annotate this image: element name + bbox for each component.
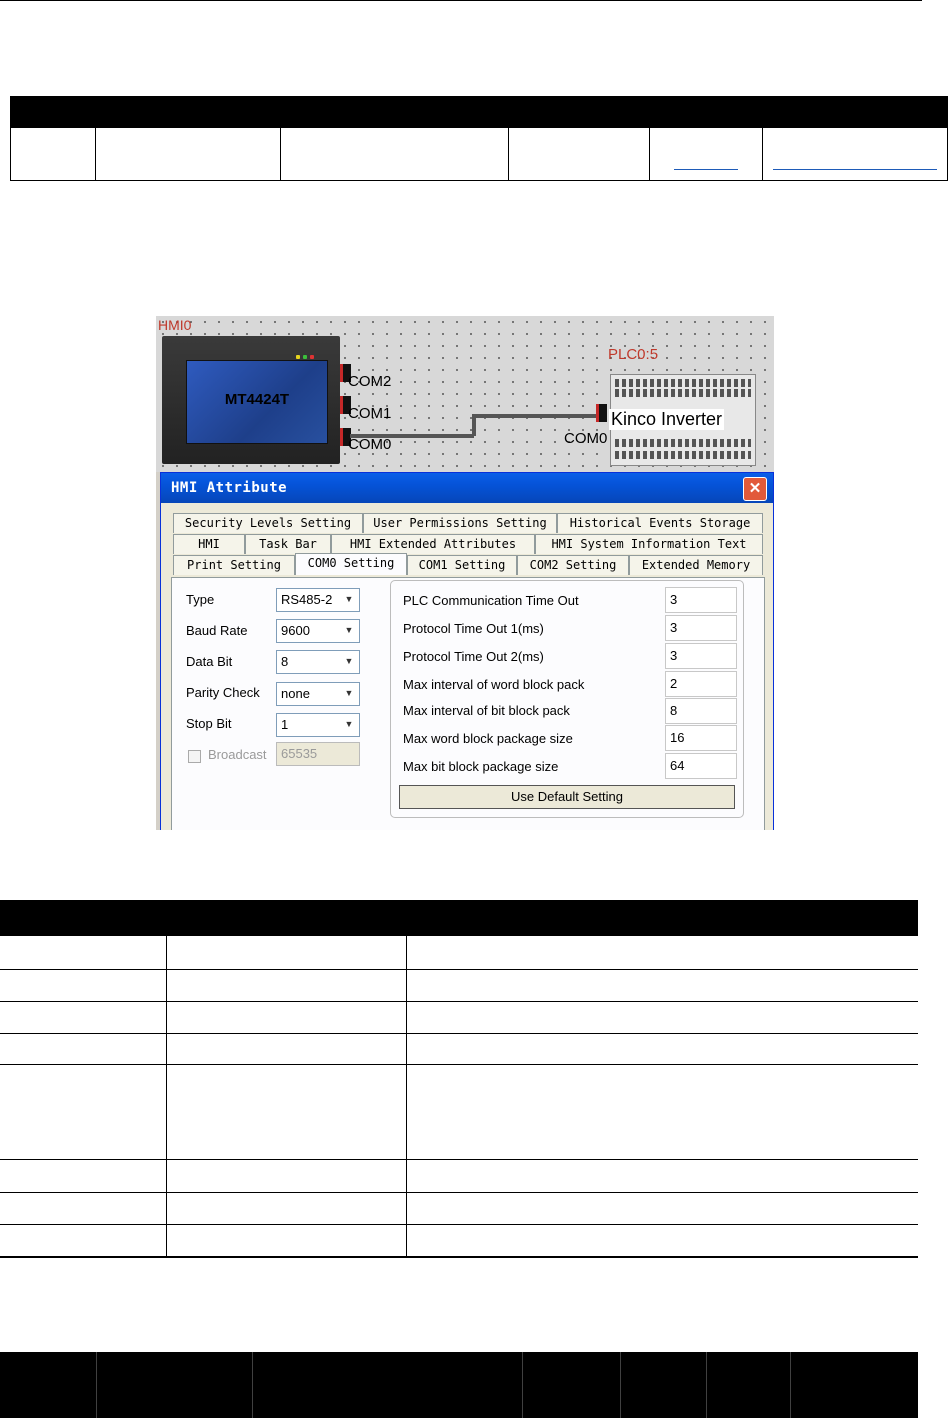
tab-com0-setting[interactable]: COM0 Setting [295,553,407,575]
bit-block-interval-input[interactable]: 8 [665,698,737,724]
parity-check-label: Parity Check [186,685,260,700]
table-row [0,1002,918,1034]
chevron-down-icon: ▼ [344,625,354,635]
broadcast-label: Broadcast [208,747,267,762]
cable-segment [472,414,598,418]
table-row [0,1034,918,1065]
tab-com2-setting[interactable]: COM2 Setting [517,555,629,575]
close-button[interactable]: ✕ [743,477,767,501]
com0-settings-panel: Type RS485-2 ▼ Baud Rate 9600 ▼ Data Bit 8… [171,577,765,830]
table-row [0,936,918,970]
plc-label: PLC0:5 [608,346,659,363]
hmi-label: HMI0 [158,317,192,333]
hmi-model: MT4424T [224,391,290,408]
data-bit-label: Data Bit [186,654,233,669]
page-header-rule [0,0,922,1]
dialog-title: HMI Attribute [171,480,288,496]
word-block-size-input[interactable]: 16 [665,725,737,751]
download-link[interactable] [673,168,738,170]
tab-com1-setting[interactable]: COM1 Setting [407,555,517,575]
hmi-screen: MT4424T [186,360,328,444]
use-default-setting-button[interactable]: Use Default Setting [399,785,735,809]
tab-user-permissions[interactable]: User Permissions Setting [363,513,557,533]
plc-com0-label: COM0 [564,430,608,447]
timeout-settings-group: PLC Communication Time Out 3 Protocol Ti… [390,580,744,818]
bottom-table [0,1352,918,1418]
type-label: Type [186,592,215,607]
tab-hmi-system-info-text[interactable]: HMI System Information Text [535,534,763,554]
device-info-row [9,127,948,181]
com2-label: COM2 [348,373,392,390]
protocol-timeout-1-input[interactable]: 3 [665,615,737,641]
com1-label: COM1 [348,405,392,422]
chevron-down-icon: ▼ [344,719,354,729]
dialog-titlebar: HMI Attribute ✕ [161,473,773,503]
column-divider [406,900,407,1258]
column-divider [166,900,167,1258]
table-row [0,970,918,1002]
table-row [0,1065,918,1160]
table-row [0,1225,918,1258]
plc-timeout-label: PLC Communication Time Out [403,593,579,608]
tab-print-setting[interactable]: Print Setting [173,555,295,575]
tab-task-bar[interactable]: Task Bar [245,534,331,554]
parameter-table [0,900,918,1258]
broadcast-checkbox[interactable] [188,750,201,763]
chevron-down-icon: ▼ [344,688,354,698]
chevron-down-icon: ▼ [344,594,354,604]
manual-link[interactable] [772,168,937,170]
stop-bit-label: Stop Bit [186,716,232,731]
plc-timeout-input[interactable]: 3 [665,587,737,613]
protocol-timeout-2-input[interactable]: 3 [665,643,737,669]
hmi-attribute-dialog: HMI Attribute ✕ Security Levels Setting … [160,472,774,830]
software-screenshot: HMI0 MT4424T COM2 COM1 COM0 PLC0:5 COM0 … [156,316,774,830]
data-bit-select[interactable]: 8 ▼ [276,650,360,674]
chevron-down-icon: ▼ [344,656,354,666]
parameter-table-header [0,900,918,936]
hmi-device[interactable]: MT4424T [162,336,340,464]
baud-rate-label: Baud Rate [186,623,248,638]
tab-extended-memory[interactable]: Extended Memory [629,555,763,575]
bit-block-size-input[interactable]: 64 [665,753,737,779]
bit-block-interval-label: Max interval of bit block pack [403,703,570,718]
plc-device[interactable]: Kinco Inverter [609,374,756,466]
table-row [0,1160,918,1193]
tab-hmi-extended-attributes[interactable]: HMI Extended Attributes [331,534,535,554]
table-row [0,1193,918,1225]
word-block-size-label: Max word block package size [403,731,573,746]
broadcast-address-input[interactable]: 65535 [276,742,360,766]
tab-security-levels[interactable]: Security Levels Setting [173,513,363,533]
device-info-table [9,96,948,181]
tab-historical-events[interactable]: Historical Events Storage [557,513,763,533]
protocol-timeout-2-label: Protocol Time Out 2(ms) [403,649,544,664]
plc-com0-port[interactable] [596,404,607,422]
protocol-timeout-1-label: Protocol Time Out 1(ms) [403,621,544,636]
baud-rate-select[interactable]: 9600 ▼ [276,619,360,643]
stop-bit-select[interactable]: 1 ▼ [276,713,360,737]
project-canvas: HMI0 MT4424T COM2 COM1 COM0 PLC0:5 COM0 … [156,316,774,472]
device-info-header-row [9,96,948,128]
type-select[interactable]: RS485-2 ▼ [276,588,360,612]
word-block-interval-label: Max interval of word block pack [403,677,585,692]
bit-block-size-label: Max bit block package size [403,759,559,774]
parity-check-select[interactable]: none ▼ [276,682,360,706]
com0-label: COM0 [348,436,392,453]
cable-segment [350,434,474,438]
cable-segment [472,416,476,436]
word-block-interval-input[interactable]: 2 [665,671,737,697]
tab-hmi[interactable]: HMI [173,534,245,554]
plc-name: Kinco Inverter [609,409,725,430]
